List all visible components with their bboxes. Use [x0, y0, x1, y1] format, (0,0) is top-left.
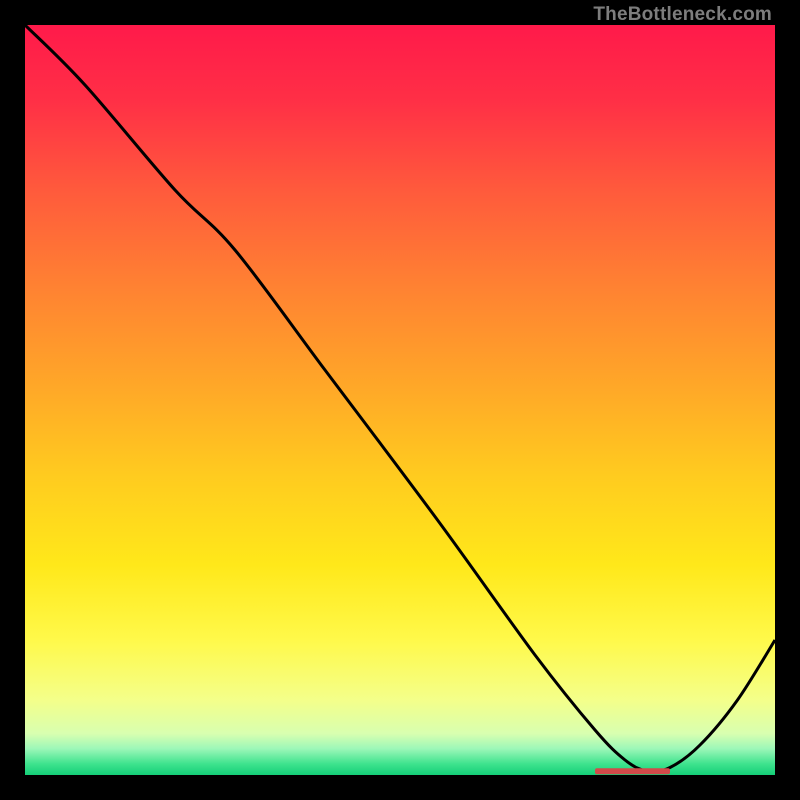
- plot-area: [25, 25, 775, 775]
- watermark-text: TheBottleneck.com: [593, 4, 772, 26]
- chart-svg: [25, 25, 775, 775]
- chart-frame: TheBottleneck.com: [0, 0, 800, 800]
- gradient-background: [25, 25, 775, 775]
- optimal-marker: [595, 768, 670, 774]
